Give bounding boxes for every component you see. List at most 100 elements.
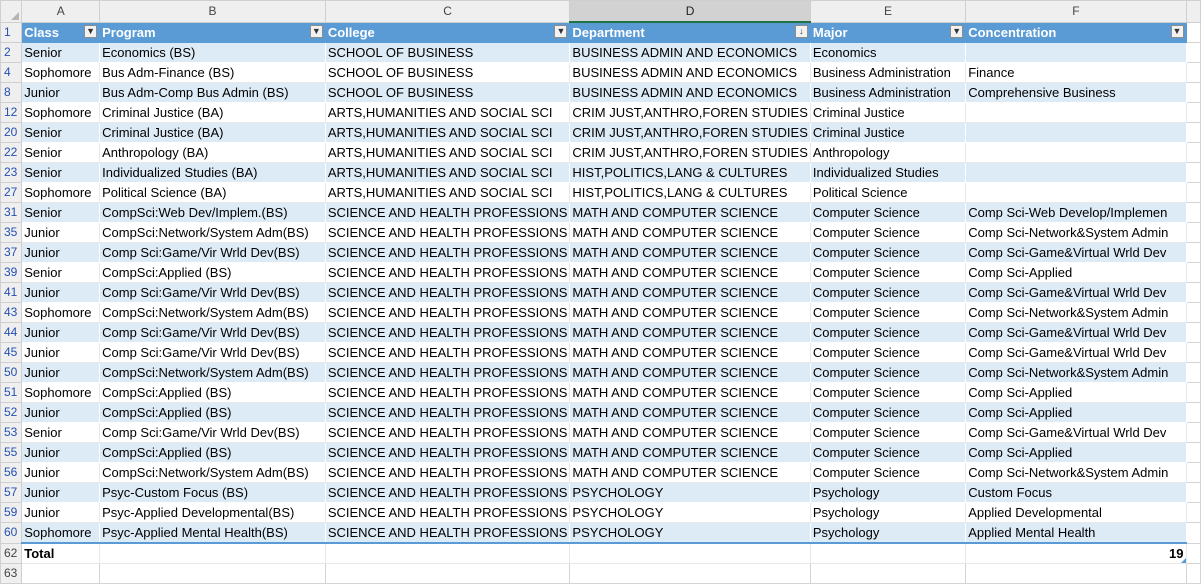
cell-class[interactable]: Sophomore bbox=[21, 522, 101, 544]
cell-concentration[interactable] bbox=[965, 142, 1187, 163]
empty-cell[interactable] bbox=[1185, 182, 1201, 203]
cell-concentration[interactable]: Comp Sci-Applied bbox=[965, 402, 1187, 423]
row-number[interactable]: 43 bbox=[0, 302, 23, 323]
cell-department[interactable]: PSYCHOLOGY bbox=[569, 522, 811, 544]
cell-class[interactable]: Junior bbox=[21, 482, 101, 503]
empty-cell[interactable] bbox=[1185, 563, 1201, 584]
cell-program[interactable]: Bus Adm-Finance (BS) bbox=[99, 62, 326, 83]
cell-program[interactable]: CompSci:Applied (BS) bbox=[99, 442, 326, 463]
empty-cell[interactable] bbox=[1185, 462, 1201, 483]
column-letter-b[interactable]: B bbox=[99, 0, 326, 23]
empty-cell[interactable] bbox=[1185, 482, 1201, 503]
cell-class[interactable]: Senior bbox=[21, 422, 101, 443]
row-number[interactable]: 45 bbox=[0, 342, 23, 363]
cell-major[interactable]: Computer Science bbox=[809, 462, 967, 483]
row-number[interactable]: 63 bbox=[0, 563, 23, 584]
empty-cell[interactable] bbox=[1185, 362, 1201, 383]
cell-program[interactable]: Comp Sci:Game/Vir Wrld Dev(BS) bbox=[99, 422, 326, 443]
cell-concentration[interactable]: Applied Mental Health bbox=[965, 522, 1187, 544]
cell-class[interactable]: Junior bbox=[21, 222, 101, 243]
cell-class[interactable]: Senior bbox=[21, 162, 101, 183]
cell-program[interactable]: Psyc-Applied Mental Health(BS) bbox=[99, 522, 326, 544]
cell-class[interactable]: Senior bbox=[21, 142, 101, 163]
cell-class[interactable]: Senior bbox=[21, 262, 101, 283]
cell-college[interactable]: ARTS,HUMANITIES AND SOCIAL SCI bbox=[324, 102, 571, 123]
cell-program[interactable]: CompSci:Network/System Adm(BS) bbox=[99, 362, 326, 383]
dropdown-icon[interactable]: ▼ bbox=[1170, 24, 1184, 38]
cell-major[interactable]: Anthropology bbox=[809, 142, 967, 163]
cell-concentration[interactable]: Comp Sci-Network&System Admin bbox=[965, 222, 1187, 243]
empty-cell[interactable] bbox=[1185, 402, 1201, 423]
empty-cell[interactable] bbox=[1185, 122, 1201, 143]
cell-college[interactable]: SCIENCE AND HEALTH PROFESSIONS bbox=[324, 502, 571, 523]
empty-cell[interactable] bbox=[1185, 202, 1201, 223]
cell-major[interactable]: Business Administration bbox=[809, 82, 967, 103]
cell-program[interactable]: Comp Sci:Game/Vir Wrld Dev(BS) bbox=[99, 282, 326, 303]
cell-department[interactable]: HIST,POLITICS,LANG & CULTURES bbox=[569, 182, 811, 203]
cell-concentration[interactable]: Comp Sci-Game&Virtual Wrld Dev bbox=[965, 422, 1187, 443]
cell-college[interactable]: SCIENCE AND HEALTH PROFESSIONS bbox=[324, 462, 571, 483]
cell-college[interactable]: SCIENCE AND HEALTH PROFESSIONS bbox=[324, 342, 571, 363]
cell-major[interactable]: Psychology bbox=[809, 522, 967, 544]
cell-major[interactable]: Individualized Studies bbox=[809, 162, 967, 183]
cell-class[interactable]: Senior bbox=[21, 122, 101, 143]
cell-concentration[interactable]: Comp Sci-Game&Virtual Wrld Dev bbox=[965, 242, 1187, 263]
cell-program[interactable]: CompSci:Network/System Adm(BS) bbox=[99, 462, 326, 483]
cell-class[interactable]: Junior bbox=[21, 462, 101, 483]
empty-cell[interactable] bbox=[324, 563, 571, 584]
cell-college[interactable]: SCIENCE AND HEALTH PROFESSIONS bbox=[324, 282, 571, 303]
cell-department[interactable]: MATH AND COMPUTER SCIENCE bbox=[569, 262, 811, 283]
total-label[interactable]: Total bbox=[21, 542, 101, 564]
cell-department[interactable]: CRIM JUST,ANTHRO,FOREN STUDIES bbox=[569, 122, 811, 143]
cell-college[interactable]: SCIENCE AND HEALTH PROFESSIONS bbox=[324, 482, 571, 503]
cell-department[interactable]: MATH AND COMPUTER SCIENCE bbox=[569, 282, 811, 303]
cell-college[interactable]: ARTS,HUMANITIES AND SOCIAL SCI bbox=[324, 182, 571, 203]
empty-cell[interactable] bbox=[1185, 21, 1201, 43]
cell-class[interactable]: Sophomore bbox=[21, 182, 101, 203]
empty-cell[interactable] bbox=[1185, 422, 1201, 443]
cell-concentration[interactable] bbox=[965, 122, 1187, 143]
cell-department[interactable]: MATH AND COMPUTER SCIENCE bbox=[569, 422, 811, 443]
cell-department[interactable]: MATH AND COMPUTER SCIENCE bbox=[569, 382, 811, 403]
cell-college[interactable]: SCHOOL OF BUSINESS bbox=[324, 62, 571, 83]
row-number[interactable]: 2 bbox=[0, 42, 23, 63]
cell-major[interactable]: Criminal Justice bbox=[809, 102, 967, 123]
cell-class[interactable]: Junior bbox=[21, 362, 101, 383]
cell-major[interactable]: Computer Science bbox=[809, 422, 967, 443]
row-number[interactable]: 23 bbox=[0, 162, 23, 183]
cell-concentration[interactable]: Comp Sci-Game&Virtual Wrld Dev bbox=[965, 322, 1187, 343]
cell-department[interactable]: MATH AND COMPUTER SCIENCE bbox=[569, 202, 811, 223]
cell-concentration[interactable]: Finance bbox=[965, 62, 1187, 83]
cell-concentration[interactable] bbox=[965, 162, 1187, 183]
filter-active-icon[interactable]: ▼ bbox=[84, 24, 98, 38]
cell-major[interactable]: Computer Science bbox=[809, 282, 967, 303]
empty-cell[interactable] bbox=[324, 542, 571, 564]
cell-major[interactable]: Economics bbox=[809, 42, 967, 63]
cell-college[interactable]: SCIENCE AND HEALTH PROFESSIONS bbox=[324, 202, 571, 223]
cell-class[interactable]: Junior bbox=[21, 242, 101, 263]
cell-major[interactable]: Criminal Justice bbox=[809, 122, 967, 143]
empty-cell[interactable] bbox=[569, 542, 811, 564]
cell-major[interactable]: Computer Science bbox=[809, 322, 967, 343]
cell-program[interactable]: CompSci:Applied (BS) bbox=[99, 382, 326, 403]
empty-cell[interactable] bbox=[1185, 442, 1201, 463]
empty-cell[interactable] bbox=[1185, 142, 1201, 163]
cell-program[interactable]: CompSci:Web Dev/Implem.(BS) bbox=[99, 202, 326, 223]
cell-college[interactable]: SCIENCE AND HEALTH PROFESSIONS bbox=[324, 242, 571, 263]
empty-cell[interactable] bbox=[99, 542, 326, 564]
cell-department[interactable]: MATH AND COMPUTER SCIENCE bbox=[569, 302, 811, 323]
row-number[interactable]: 41 bbox=[0, 282, 23, 303]
cell-department[interactable]: MATH AND COMPUTER SCIENCE bbox=[569, 342, 811, 363]
cell-program[interactable]: Economics (BS) bbox=[99, 42, 326, 63]
column-letter-e[interactable]: E bbox=[809, 0, 967, 23]
cell-major[interactable]: Computer Science bbox=[809, 202, 967, 223]
cell-concentration[interactable]: Applied Developmental bbox=[965, 502, 1187, 523]
empty-cell[interactable] bbox=[1185, 102, 1201, 123]
cell-college[interactable]: SCIENCE AND HEALTH PROFESSIONS bbox=[324, 522, 571, 544]
empty-cell[interactable] bbox=[1185, 282, 1201, 303]
dropdown-icon[interactable]: ▼ bbox=[554, 24, 568, 38]
cell-program[interactable]: Criminal Justice (BA) bbox=[99, 122, 326, 143]
cell-college[interactable]: SCIENCE AND HEALTH PROFESSIONS bbox=[324, 442, 571, 463]
row-number[interactable]: 27 bbox=[0, 182, 23, 203]
cell-department[interactable]: MATH AND COMPUTER SCIENCE bbox=[569, 362, 811, 383]
